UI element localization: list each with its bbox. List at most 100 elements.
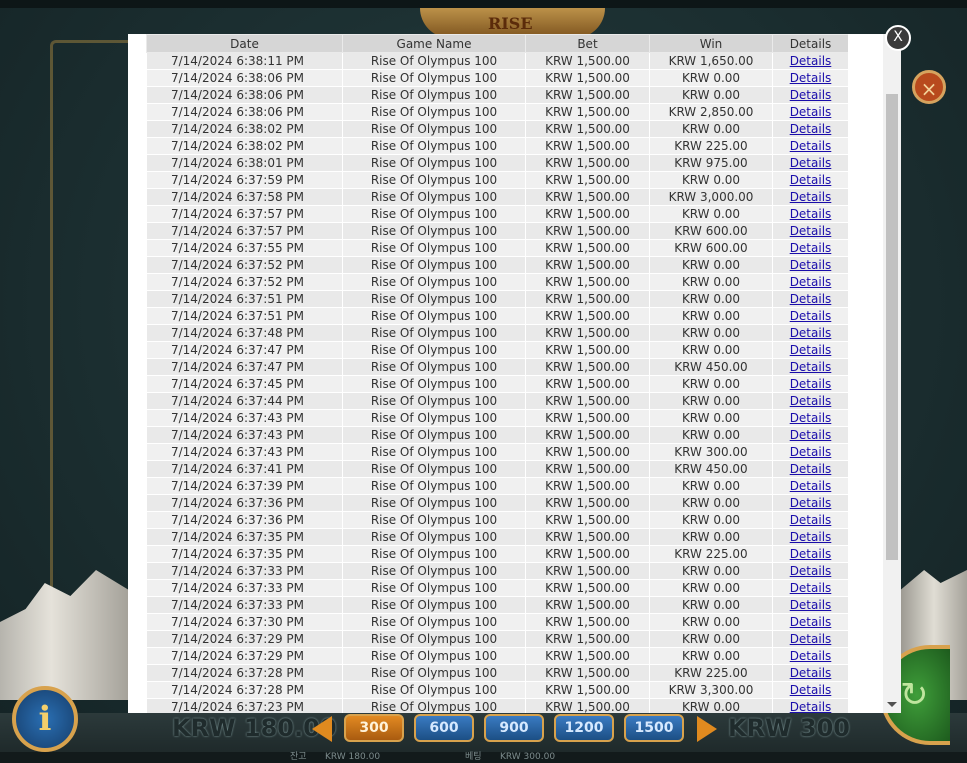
details-link[interactable]: Details <box>790 649 832 663</box>
cell-game-name: Rise Of Olympus 100 <box>342 494 526 512</box>
details-link[interactable]: Details <box>790 71 832 85</box>
details-link[interactable]: Details <box>790 241 832 255</box>
footer-balance-label: 잔고 <box>290 752 307 762</box>
details-link[interactable]: Details <box>790 275 832 289</box>
cell-game-name: Rise Of Olympus 100 <box>342 222 526 240</box>
details-link[interactable]: Details <box>790 394 832 408</box>
details-link[interactable]: Details <box>790 428 832 442</box>
cell-bet: KRW 1,500.00 <box>525 562 650 580</box>
details-link[interactable]: Details <box>790 258 832 272</box>
footer-bet-value: KRW 300.00 <box>500 752 556 762</box>
bet-option-1200[interactable]: 1200 <box>554 714 614 742</box>
details-link[interactable]: Details <box>790 411 832 425</box>
details-link[interactable]: Details <box>790 292 832 306</box>
cell-win: KRW 225.00 <box>649 664 773 682</box>
cell-bet: KRW 1,500.00 <box>525 375 650 393</box>
bet-option-900[interactable]: 900 <box>484 714 544 742</box>
details-link[interactable]: Details <box>790 224 832 238</box>
details-link[interactable]: Details <box>790 564 832 578</box>
bet-option-300[interactable]: 300 <box>344 714 404 742</box>
details-link[interactable]: Details <box>790 309 832 323</box>
modal-close-button[interactable]: X <box>885 25 911 51</box>
details-link[interactable]: Details <box>790 666 832 680</box>
details-link[interactable]: Details <box>790 173 832 187</box>
table-row: 7/14/2024 6:37:36 PM Rise Of Olympus 100 K… <box>146 511 848 529</box>
cell-date: 7/14/2024 6:37:59 PM <box>146 171 343 189</box>
cell-bet: KRW 1,500.00 <box>525 324 650 342</box>
info-button[interactable]: i <box>12 686 78 752</box>
cell-details: Details <box>772 562 848 580</box>
cell-bet: KRW 1,500.00 <box>525 205 650 223</box>
details-link[interactable]: Details <box>790 445 832 459</box>
cell-win: KRW 1,650.00 <box>649 52 773 70</box>
details-link[interactable]: Details <box>790 581 832 595</box>
cell-win: KRW 0.00 <box>649 86 773 104</box>
game-close-icon[interactable]: × <box>912 70 946 104</box>
cell-date: 7/14/2024 6:37:45 PM <box>146 375 343 393</box>
cell-game-name: Rise Of Olympus 100 <box>342 664 526 682</box>
history-table-container[interactable]: Date Game Name Bet Win Details 7/14/2024… <box>146 34 848 713</box>
cell-game-name: Rise Of Olympus 100 <box>342 545 526 563</box>
details-link[interactable]: Details <box>790 479 832 493</box>
bet-option-1500[interactable]: 1500 <box>624 714 684 742</box>
top-bar <box>0 0 967 8</box>
scrollbar-thumb[interactable] <box>886 94 898 560</box>
cell-game-name: Rise Of Olympus 100 <box>342 443 526 461</box>
cell-bet: KRW 1,500.00 <box>525 477 650 495</box>
details-link[interactable]: Details <box>790 122 832 136</box>
details-link[interactable]: Details <box>790 377 832 391</box>
cell-win: KRW 0.00 <box>649 290 773 308</box>
details-link[interactable]: Details <box>790 632 832 646</box>
cell-game-name: Rise Of Olympus 100 <box>342 52 526 70</box>
cell-date: 7/14/2024 6:37:43 PM <box>146 443 343 461</box>
cell-game-name: Rise Of Olympus 100 <box>342 647 526 665</box>
table-row: 7/14/2024 6:37:35 PM Rise Of Olympus 100 K… <box>146 545 848 563</box>
details-link[interactable]: Details <box>790 207 832 221</box>
details-link[interactable]: Details <box>790 326 832 340</box>
details-link[interactable]: Details <box>790 530 832 544</box>
table-row: 7/14/2024 6:38:06 PM Rise Of Olympus 100 K… <box>146 69 848 87</box>
table-row: 7/14/2024 6:38:01 PM Rise Of Olympus 100 K… <box>146 154 848 172</box>
bet-increase-arrow-icon[interactable] <box>697 716 717 742</box>
details-link[interactable]: Details <box>790 496 832 510</box>
table-row: 7/14/2024 6:37:57 PM Rise Of Olympus 100 K… <box>146 205 848 223</box>
details-link[interactable]: Details <box>790 139 832 153</box>
scroll-down-arrow-icon[interactable] <box>887 702 897 707</box>
table-row: 7/14/2024 6:37:36 PM Rise Of Olympus 100 K… <box>146 494 848 512</box>
details-link[interactable]: Details <box>790 156 832 170</box>
details-link[interactable]: Details <box>790 598 832 612</box>
cell-date: 7/14/2024 6:37:51 PM <box>146 307 343 325</box>
cell-bet: KRW 1,500.00 <box>525 154 650 172</box>
cell-bet: KRW 1,500.00 <box>525 137 650 155</box>
vertical-scrollbar[interactable] <box>883 34 901 713</box>
details-link[interactable]: Details <box>790 190 832 204</box>
details-link[interactable]: Details <box>790 513 832 527</box>
cell-details: Details <box>772 443 848 461</box>
cell-game-name: Rise Of Olympus 100 <box>342 358 526 376</box>
details-link[interactable]: Details <box>790 547 832 561</box>
details-link[interactable]: Details <box>790 683 832 697</box>
table-row: 7/14/2024 6:37:33 PM Rise Of Olympus 100 K… <box>146 596 848 614</box>
table-row: 7/14/2024 6:37:28 PM Rise Of Olympus 100 K… <box>146 681 848 699</box>
details-link[interactable]: Details <box>790 462 832 476</box>
details-link[interactable]: Details <box>790 54 832 68</box>
cell-bet: KRW 1,500.00 <box>525 681 650 699</box>
details-link[interactable]: Details <box>790 615 832 629</box>
details-link[interactable]: Details <box>790 360 832 374</box>
details-link[interactable]: Details <box>790 343 832 357</box>
details-link[interactable]: Details <box>790 105 832 119</box>
cell-bet: KRW 1,500.00 <box>525 630 650 648</box>
cell-details: Details <box>772 596 848 614</box>
bet-decrease-arrow-icon[interactable] <box>312 716 332 742</box>
cell-details: Details <box>772 545 848 563</box>
details-link[interactable]: Details <box>790 700 832 713</box>
cell-win: KRW 0.00 <box>649 392 773 410</box>
cell-win: KRW 0.00 <box>649 596 773 614</box>
bet-option-600[interactable]: 600 <box>414 714 474 742</box>
table-row: 7/14/2024 6:38:02 PM Rise Of Olympus 100 K… <box>146 137 848 155</box>
cell-details: Details <box>772 222 848 240</box>
cell-win: KRW 3,000.00 <box>649 188 773 206</box>
details-link[interactable]: Details <box>790 88 832 102</box>
table-row: 7/14/2024 6:37:55 PM Rise Of Olympus 100 K… <box>146 239 848 257</box>
cell-game-name: Rise Of Olympus 100 <box>342 290 526 308</box>
